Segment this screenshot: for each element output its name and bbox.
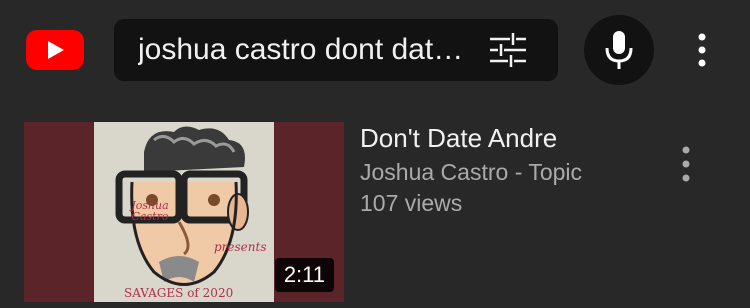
microphone-icon [605,31,633,69]
video-result-item[interactable]: Joshua Castro presents SAVAGES of 2020 2… [0,100,750,308]
video-info[interactable]: Don't Date Andre Joshua Castro - Topic 1… [360,122,650,218]
more-options-icon[interactable] [690,32,714,68]
search-input[interactable]: joshua castro dont dat… [138,19,468,81]
thumbnail-artist-text: Joshua Castro [131,199,169,223]
thumbnail-presents-text: presents [214,240,267,254]
voice-search-button[interactable] [584,15,654,85]
video-thumbnail[interactable]: Joshua Castro presents SAVAGES of 2020 2… [24,122,344,302]
duration-badge: 2:11 [274,258,334,292]
youtube-logo-icon[interactable] [26,30,84,70]
video-title[interactable]: Don't Date Andre [360,122,650,154]
search-box[interactable]: joshua castro dont dat… [114,19,558,81]
filter-sliders-icon[interactable] [490,33,526,72]
top-app-bar: joshua castro dont dat… [0,0,750,101]
view-count: 107 views [360,190,463,216]
thumbnail-album-text: SAVAGES of 2020 [124,286,234,300]
more-vertical-icon[interactable] [674,144,698,184]
channel-name[interactable]: Joshua Castro - Topic [360,156,650,188]
